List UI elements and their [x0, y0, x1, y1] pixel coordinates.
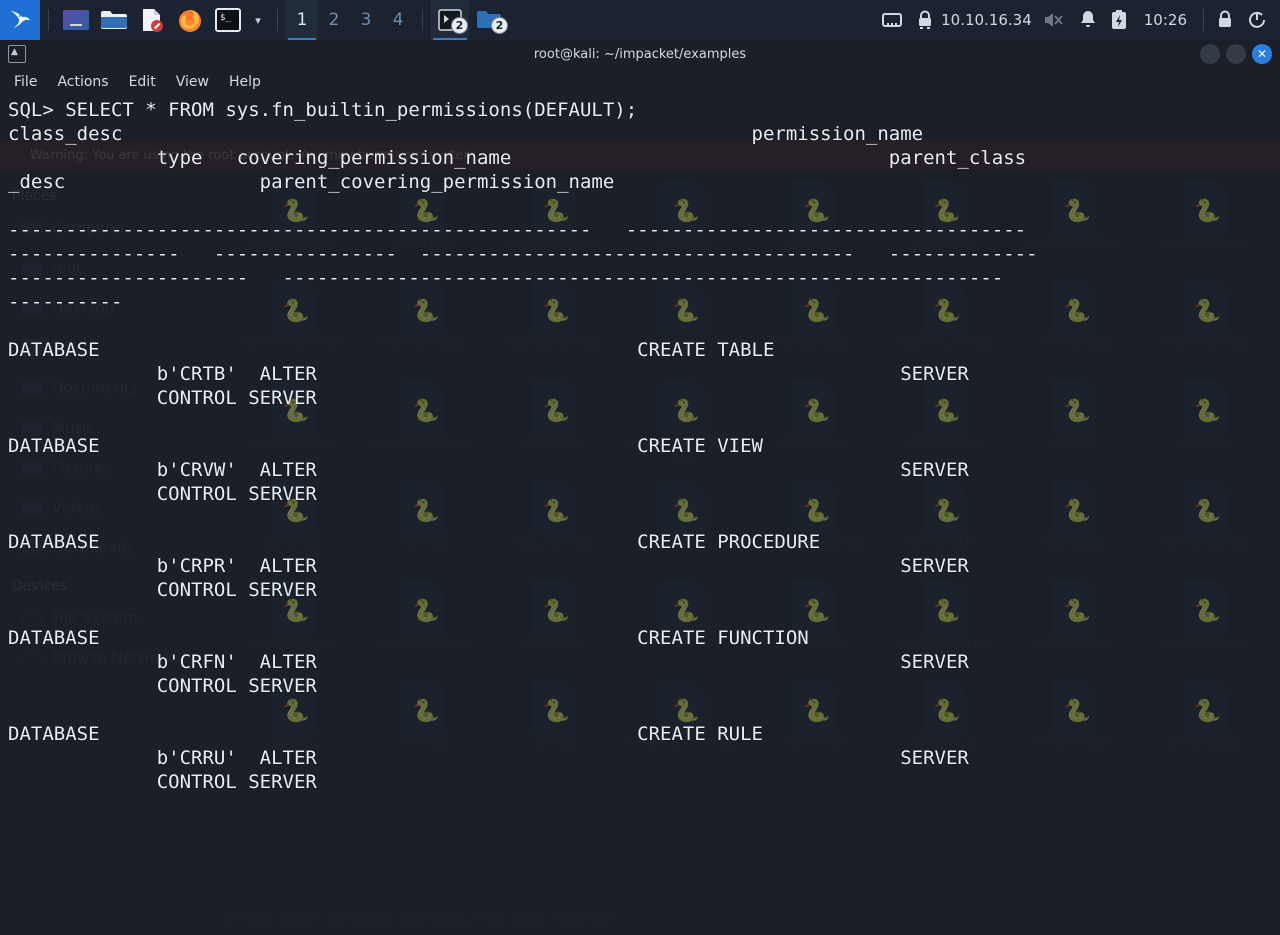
terminal-line: --------------- ---------------- -------… [8, 243, 1038, 265]
chevron-down-icon[interactable]: ▾ [247, 0, 269, 40]
minimize-button[interactable] [1200, 44, 1220, 64]
terminal-menu-bar[interactable]: File Actions Edit View Help [0, 68, 1280, 96]
terminal-line: ---------- [8, 291, 123, 313]
workspace-3[interactable]: 3 [350, 0, 382, 40]
workspace-preview-icon[interactable] [57, 0, 95, 40]
terminal-line: b'CRTB' ALTER SERVER [8, 363, 969, 385]
workspace-1[interactable]: 1 [286, 0, 318, 40]
terminal-window-count-badge: 2 [451, 17, 468, 34]
workspace-2[interactable]: 2 [318, 0, 350, 40]
terminal-line: CONTROL SERVER [8, 579, 317, 601]
firefox-icon[interactable] [171, 0, 209, 40]
terminal-line: --------------------- ------------------… [8, 267, 1004, 289]
terminal-line: DATABASE CREATE RULE [8, 723, 763, 745]
terminal-icon[interactable]: $_ [209, 0, 247, 40]
terminal-title-bar[interactable]: ▲ root@kali: ~/impacket/examples ✕ [0, 40, 1280, 68]
terminal-line: b'CRVW' ALTER SERVER [8, 459, 969, 481]
file-manager-window-count-badge: 2 [491, 17, 508, 34]
workspace-4[interactable]: 4 [382, 0, 414, 40]
terminal-line: ----------------------------------------… [8, 219, 1027, 241]
terminal-window[interactable]: ▲ root@kali: ~/impacket/examples ✕ File A… [0, 40, 1280, 935]
battery-icon[interactable] [1104, 0, 1134, 40]
ip-address-label: 10.10.16.34 [941, 11, 1032, 29]
menu-view[interactable]: View [176, 74, 209, 90]
terminal-line: CONTROL SERVER [8, 387, 317, 409]
vpn-lock-icon[interactable] [909, 0, 941, 40]
clock[interactable]: 10:26 [1134, 11, 1197, 29]
terminal-line: CONTROL SERVER [8, 771, 317, 793]
terminal-title: root@kali: ~/impacket/examples [533, 46, 747, 62]
taskbar-divider-1 [48, 9, 49, 31]
file-manager-window-group[interactable]: 2 [469, 0, 509, 40]
terminal-line: CONTROL SERVER [8, 675, 317, 697]
close-button[interactable]: ✕ [1252, 44, 1272, 64]
svg-text:$_: $_ [220, 13, 231, 23]
terminal-output[interactable]: SQL> SELECT * FROM sys.fn_builtin_permis… [0, 96, 1280, 935]
volume-muted-icon[interactable] [1036, 0, 1072, 40]
bell-icon[interactable] [1072, 0, 1104, 40]
terminal-line: DATABASE CREATE FUNCTION [8, 627, 809, 649]
terminal-line: DATABASE CREATE PROCEDURE [8, 531, 821, 553]
tray-divider [1203, 9, 1204, 31]
terminal-line: DATABASE CREATE TABLE [8, 339, 775, 361]
taskbar[interactable]: $_ ▾ 1234 2 2 10.10.16.34 10:26 [0, 0, 1280, 40]
terminal-line: b'CRPR' ALTER SERVER [8, 555, 969, 577]
file-manager-icon[interactable] [95, 0, 133, 40]
taskbar-divider-2 [277, 9, 278, 31]
logout-icon[interactable] [1240, 0, 1274, 40]
terminal-line: SQL> SELECT * FROM sys.fn_builtin_permis… [8, 99, 638, 121]
terminal-line: b'CRRU' ALTER SERVER [8, 747, 969, 769]
terminal-line: DATABASE CREATE VIEW [8, 435, 763, 457]
menu-edit[interactable]: Edit [129, 74, 156, 90]
terminal-line: type covering_permission_name parent_cla… [8, 147, 1027, 169]
window-controls[interactable]: ✕ [1200, 44, 1272, 64]
terminal-window-icon: ▲ [8, 45, 26, 63]
terminal-line: CONTROL SERVER [8, 483, 317, 505]
menu-actions[interactable]: Actions [57, 74, 108, 90]
menu-file[interactable]: File [14, 74, 37, 90]
network-icon[interactable] [875, 0, 909, 40]
terminal-line: _desc parent_covering_permission_name [8, 171, 615, 193]
text-editor-icon[interactable] [133, 0, 171, 40]
maximize-button[interactable] [1226, 44, 1246, 64]
menu-help[interactable]: Help [229, 74, 261, 90]
terminal-line: class_desc permission_name [8, 123, 924, 145]
taskbar-divider-3 [422, 9, 423, 31]
terminal-window-group[interactable]: 2 [431, 0, 469, 40]
lock-icon[interactable] [1210, 0, 1240, 40]
terminal-line: b'CRFN' ALTER SERVER [8, 651, 969, 673]
kali-menu-icon[interactable] [0, 0, 40, 40]
